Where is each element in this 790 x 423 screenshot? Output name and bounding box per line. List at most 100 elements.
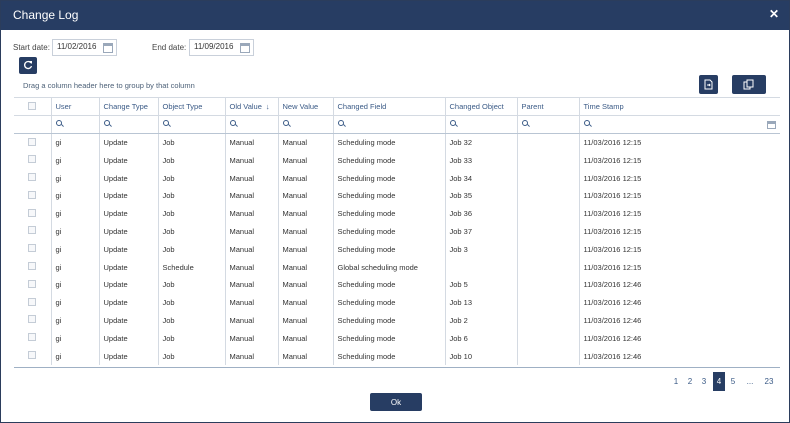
row-checkbox[interactable] <box>28 173 36 182</box>
row-checkbox[interactable] <box>28 279 36 288</box>
table-row[interactable]: gi Update Job Manual Manual Scheduling mode Jo… <box>14 186 780 205</box>
row-select-cell[interactable] <box>14 258 52 276</box>
header-row: User Change Type Object Type Old Value ↓ … <box>14 98 780 117</box>
cell-object-type: Job <box>158 151 226 170</box>
row-select-cell[interactable] <box>14 186 52 205</box>
row-checkbox[interactable] <box>28 208 36 217</box>
cell-user: gi <box>51 258 100 276</box>
cell-changed-object: Job 37 <box>445 222 518 241</box>
row-select-cell[interactable] <box>14 347 52 365</box>
column-header-object-type[interactable]: Object Type <box>158 98 226 117</box>
dialog-titlebar: Change Log ✕ <box>1 1 789 30</box>
cell-old-value: Manual <box>225 240 279 259</box>
row-checkbox[interactable] <box>28 262 36 271</box>
row-select-cell[interactable] <box>14 151 52 170</box>
row-select-cell[interactable] <box>14 311 52 330</box>
column-header-parent[interactable]: Parent <box>517 98 580 117</box>
start-date-field[interactable] <box>52 39 117 56</box>
calendar-icon[interactable] <box>103 43 113 53</box>
row-select-cell[interactable] <box>14 204 52 223</box>
row-select-cell[interactable] <box>14 133 52 152</box>
table-row[interactable]: gi Update Job Manual Manual Scheduling mode Jo… <box>14 347 780 365</box>
calendar-icon[interactable] <box>240 43 250 53</box>
table-row[interactable]: gi Update Job Manual Manual Scheduling mode Jo… <box>14 293 780 312</box>
column-header-new-value[interactable]: New Value <box>278 98 334 117</box>
cell-changed-field: Scheduling mode <box>333 329 446 348</box>
row-checkbox[interactable] <box>28 351 36 360</box>
cell-new-value: Manual <box>278 329 334 348</box>
cell-user: gi <box>51 347 100 365</box>
cell-change-type: Update <box>99 293 159 312</box>
filter-object-type[interactable] <box>158 115 226 135</box>
cell-user: gi <box>51 169 100 187</box>
start-date-input[interactable] <box>57 42 109 51</box>
calendar-icon[interactable] <box>767 121 776 130</box>
row-checkbox[interactable] <box>28 297 36 306</box>
cell-old-value: Manual <box>225 133 279 152</box>
row-checkbox[interactable] <box>28 315 36 324</box>
search-icon <box>162 120 170 127</box>
table-row[interactable]: gi Update Job Manual Manual Scheduling mode Jo… <box>14 240 780 259</box>
close-icon[interactable]: ✕ <box>769 7 779 21</box>
cell-change-type: Update <box>99 329 159 348</box>
select-all-header[interactable] <box>14 98 52 117</box>
table-row[interactable]: gi Update Schedule Manual Manual Global sched… <box>14 258 780 276</box>
row-checkbox[interactable] <box>28 244 36 253</box>
row-checkbox[interactable] <box>28 190 36 199</box>
pagination: 1 2 3 4 5 ... 23 <box>674 372 776 391</box>
filter-changed-field[interactable] <box>333 115 446 135</box>
change-log-grid: User Change Type Object Type Old Value ↓ … <box>14 97 780 368</box>
ok-button[interactable]: Ok <box>370 393 422 411</box>
column-header-user[interactable]: User <box>51 98 100 117</box>
column-chooser-icon <box>743 79 754 90</box>
select-all-checkbox[interactable] <box>28 101 36 110</box>
filter-time-stamp[interactable] <box>579 115 780 135</box>
row-checkbox[interactable] <box>28 226 36 235</box>
page-4-current[interactable]: 4 <box>713 372 725 391</box>
filter-changed-object[interactable] <box>445 115 518 135</box>
table-row[interactable]: gi Update Job Manual Manual Scheduling mode Jo… <box>14 151 780 170</box>
filter-new-value[interactable] <box>278 115 334 135</box>
row-select-cell[interactable] <box>14 169 52 187</box>
export-button[interactable] <box>699 75 718 94</box>
table-row[interactable]: gi Update Job Manual Manual Scheduling mode Jo… <box>14 133 780 152</box>
page-2[interactable]: 2 <box>684 372 696 391</box>
column-header-time-stamp[interactable]: Time Stamp <box>579 98 780 117</box>
end-date-field[interactable] <box>189 39 254 56</box>
column-header-change-type[interactable]: Change Type <box>99 98 159 117</box>
page-ellipsis[interactable]: ... <box>742 372 758 391</box>
row-select-cell[interactable] <box>14 240 52 259</box>
table-row[interactable]: gi Update Job Manual Manual Scheduling mode Jo… <box>14 204 780 223</box>
row-checkbox[interactable] <box>28 333 36 342</box>
end-date-input[interactable] <box>194 42 246 51</box>
filter-parent[interactable] <box>517 115 580 135</box>
cell-change-type: Update <box>99 347 159 365</box>
page-5[interactable]: 5 <box>727 372 739 391</box>
row-select-cell[interactable] <box>14 329 52 348</box>
column-header-changed-object[interactable]: Changed Object <box>445 98 518 117</box>
row-checkbox[interactable] <box>28 155 36 164</box>
row-checkbox[interactable] <box>28 137 36 146</box>
table-row[interactable]: gi Update Job Manual Manual Scheduling mode Jo… <box>14 275 780 294</box>
column-header-changed-field[interactable]: Changed Field <box>333 98 446 117</box>
filter-old-value[interactable] <box>225 115 279 135</box>
table-row[interactable]: gi Update Job Manual Manual Scheduling mode Jo… <box>14 169 780 187</box>
cell-changed-object: Job 2 <box>445 311 518 330</box>
table-row[interactable]: gi Update Job Manual Manual Scheduling mode Jo… <box>14 311 780 330</box>
page-3[interactable]: 3 <box>698 372 710 391</box>
refresh-button[interactable] <box>19 57 37 74</box>
column-chooser-button[interactable] <box>732 75 766 94</box>
filter-change-type[interactable] <box>99 115 159 135</box>
row-select-cell[interactable] <box>14 293 52 312</box>
row-select-cell[interactable] <box>14 222 52 241</box>
filter-user[interactable] <box>51 115 100 135</box>
column-header-old-value[interactable]: Old Value ↓ <box>225 98 279 117</box>
cell-parent <box>517 311 580 330</box>
cell-user: gi <box>51 311 100 330</box>
table-row[interactable]: gi Update Job Manual Manual Scheduling mode Jo… <box>14 222 780 241</box>
page-1[interactable]: 1 <box>670 372 682 391</box>
table-row[interactable]: gi Update Job Manual Manual Scheduling mode Jo… <box>14 329 780 348</box>
row-select-cell[interactable] <box>14 275 52 294</box>
page-23[interactable]: 23 <box>762 372 776 391</box>
cell-changed-field: Scheduling mode <box>333 275 446 294</box>
